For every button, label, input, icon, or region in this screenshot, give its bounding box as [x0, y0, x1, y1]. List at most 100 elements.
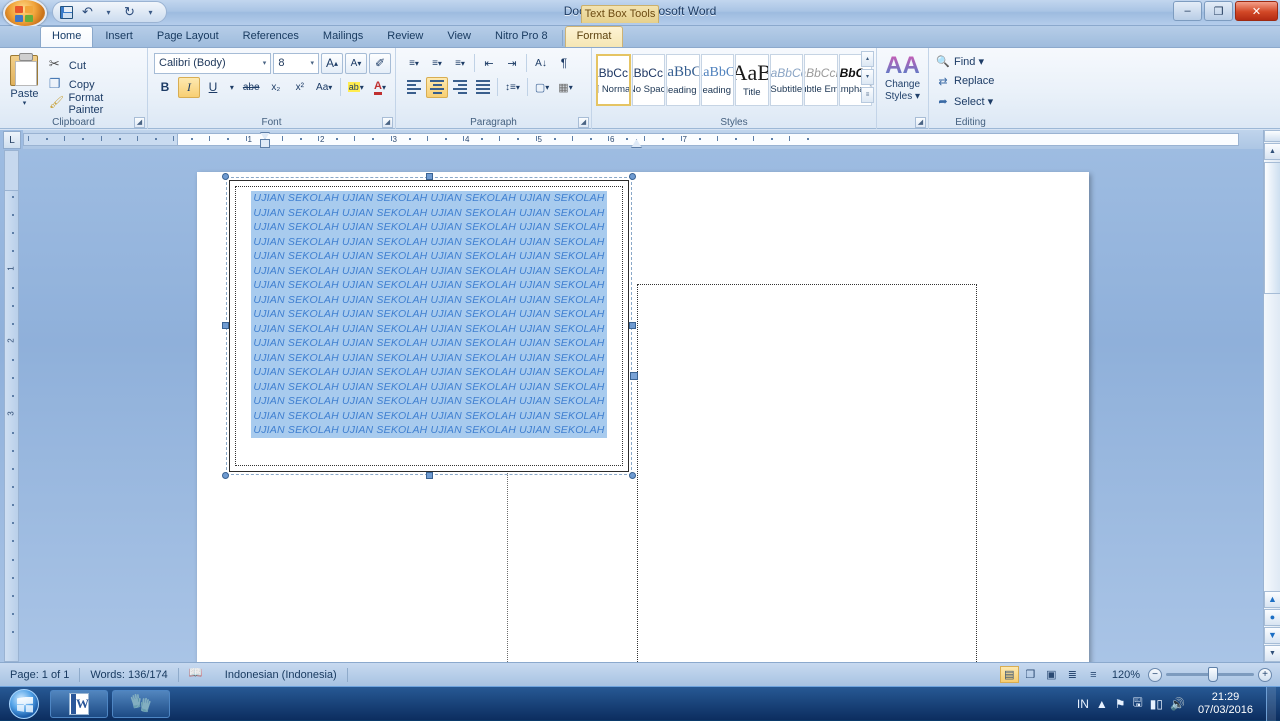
outline-view-button[interactable]: ≣ — [1063, 666, 1082, 683]
taskbar-button-word[interactable] — [50, 690, 108, 718]
zoom-slider[interactable]: − + — [1148, 668, 1280, 682]
draft-view-button[interactable]: ≡ — [1084, 666, 1103, 683]
decrease-indent-button[interactable]: ⇤ — [478, 53, 500, 74]
styles-dialog-launcher[interactable]: ◢ — [915, 117, 926, 128]
paragraph-dialog-launcher[interactable]: ◢ — [578, 117, 589, 128]
tab-stop-selector[interactable]: L — [3, 131, 21, 149]
zoom-out-button[interactable]: − — [1148, 668, 1162, 682]
borders-button[interactable]: ▦▾ — [554, 77, 576, 98]
font-name-combo[interactable]: Calibri (Body) ▾ — [154, 53, 271, 74]
tab-references[interactable]: References — [231, 26, 311, 47]
superscript-button[interactable]: x² — [289, 77, 311, 98]
grow-font-button[interactable]: A▴ — [321, 53, 343, 74]
tab-insert[interactable]: Insert — [93, 26, 145, 47]
subscript-button[interactable]: x₂ — [265, 77, 287, 98]
page-count[interactable]: Page: 1 of 1 — [0, 663, 79, 687]
change-styles-button[interactable]: AA Change Styles ▾ ◢ — [876, 48, 928, 129]
taskbar-clock[interactable]: 21:29 07/03/2016 — [1192, 691, 1259, 717]
font-color-button[interactable]: A▾ — [369, 77, 391, 98]
style-normal[interactable]: AaBbCcDc ¶ Normal — [596, 54, 631, 106]
select-button[interactable]: ➦ Select ▾ — [933, 91, 1008, 111]
volume-icon[interactable]: 🔊 — [1170, 697, 1185, 711]
align-left-button[interactable] — [403, 77, 425, 98]
language-indicator-tray[interactable]: IN — [1077, 697, 1089, 711]
font-size-combo[interactable]: 8 ▾ — [273, 53, 319, 74]
shrink-font-button[interactable]: A▾ — [345, 53, 367, 74]
style-title[interactable]: AaB Title — [735, 54, 769, 106]
tab-review[interactable]: Review — [375, 26, 435, 47]
print-layout-view-button[interactable]: ▤ — [1000, 666, 1019, 683]
change-case-button[interactable]: Aa▾ — [313, 77, 336, 98]
resize-handle-middle-left[interactable] — [222, 322, 229, 329]
increase-indent-button[interactable]: ⇥ — [501, 53, 523, 74]
scrollbar-thumb[interactable] — [1264, 162, 1280, 294]
italic-button[interactable]: I — [178, 77, 200, 98]
taskbar-button-app[interactable]: 🧤 — [112, 690, 170, 718]
proofing-errors-icon[interactable] — [179, 663, 215, 687]
horizontal-ruler[interactable]: 1234567 — [23, 130, 1263, 149]
format-painter-button[interactable]: Format Painter — [45, 94, 143, 113]
show-desktop-button[interactable] — [1266, 687, 1276, 721]
zoom-level[interactable]: 120% — [1104, 669, 1148, 681]
cut-button[interactable]: Cut — [45, 56, 143, 75]
font-dialog-launcher[interactable]: ◢ — [382, 117, 393, 128]
resize-handle-top-center[interactable] — [426, 173, 433, 180]
action-center-flag-icon[interactable]: ⚑ — [1115, 697, 1126, 711]
show-hidden-icons-icon[interactable]: ▲ — [1096, 697, 1108, 711]
word-count[interactable]: Words: 136/174 — [80, 663, 177, 687]
tab-page-layout[interactable]: Page Layout — [145, 26, 231, 47]
vertical-scrollbar[interactable]: ▲ ▲ ● ▼ ▼ — [1263, 130, 1280, 662]
numbering-button[interactable]: ≡▾ — [426, 53, 448, 74]
align-center-button[interactable] — [426, 77, 448, 98]
previous-page-button[interactable]: ▲ — [1264, 591, 1280, 608]
resize-handle-bottom-left[interactable] — [222, 472, 229, 479]
selected-text-box[interactable]: UJIAN SEKOLAH UJIAN SEKOLAH UJIAN SEKOLA… — [229, 180, 629, 472]
style-subtitle[interactable]: AaBbCc. Subtitle — [770, 54, 804, 106]
document-page[interactable]: UJIAN SEKOLAH UJIAN SEKOLAH UJIAN SEKOLA… — [197, 172, 1089, 662]
replace-button[interactable]: ⇄ Replace — [933, 71, 1008, 91]
styles-more-icon[interactable]: ≡ — [861, 87, 874, 103]
resize-handle-top-right[interactable] — [629, 173, 636, 180]
text-box-content[interactable]: UJIAN SEKOLAH UJIAN SEKOLAH UJIAN SEKOLA… — [241, 191, 617, 438]
underline-button[interactable]: U — [202, 77, 224, 98]
network-icon[interactable]: ▮▯ — [1150, 697, 1163, 711]
minimize-button[interactable]: – — [1173, 1, 1202, 21]
styles-scroll-down-icon[interactable]: ▾ — [861, 69, 874, 85]
resize-handle-top-left[interactable] — [222, 173, 229, 180]
paste-dropdown-icon[interactable]: ▾ — [23, 100, 27, 108]
shading-button[interactable]: ▢▾ — [531, 77, 553, 98]
resize-handle-bottom-center[interactable] — [426, 472, 433, 479]
style-subtle-emphasis[interactable]: AaBbCcDc Subtle Em... — [804, 54, 838, 106]
web-layout-view-button[interactable]: ▣ — [1042, 666, 1061, 683]
clipboard-dialog-launcher[interactable]: ◢ — [134, 117, 145, 128]
full-screen-reading-view-button[interactable]: ❐ — [1021, 666, 1040, 683]
language-indicator[interactable]: Indonesian (Indonesia) — [215, 663, 347, 687]
secondary-box-handle[interactable] — [630, 372, 638, 380]
line-spacing-button[interactable]: ↕≡▾ — [501, 77, 524, 98]
show-formatting-marks-button[interactable]: ¶ — [553, 53, 575, 74]
multilevel-list-button[interactable]: ≡▾ — [449, 53, 471, 74]
underline-dropdown-icon[interactable]: ▾ — [226, 77, 238, 98]
resize-handle-bottom-right[interactable] — [629, 472, 636, 479]
tab-home[interactable]: Home — [40, 26, 93, 47]
scroll-up-button[interactable]: ▲ — [1264, 143, 1280, 160]
maximize-button[interactable]: ❐ — [1204, 1, 1233, 21]
removable-media-icon[interactable]: 🖫 — [1133, 693, 1143, 714]
strikethrough-button[interactable]: abe — [240, 77, 263, 98]
style-heading-2[interactable]: AaBbCc Heading 2 — [701, 54, 735, 106]
scroll-down-button[interactable]: ▼ — [1264, 645, 1280, 662]
justify-button[interactable] — [472, 77, 494, 98]
zoom-in-button[interactable]: + — [1258, 668, 1272, 682]
next-page-button[interactable]: ▼ — [1264, 627, 1280, 644]
close-button[interactable]: ✕ — [1235, 1, 1278, 21]
hanging-indent-marker[interactable] — [260, 139, 270, 148]
vertical-ruler[interactable]: 123 — [4, 150, 19, 662]
tab-format[interactable]: Format — [565, 26, 624, 47]
style-no-spacing[interactable]: AaBbCcDc ¶ No Spaci... — [632, 54, 666, 106]
clear-formatting-button[interactable]: ✐ — [369, 53, 391, 74]
tab-nitro-pro-8[interactable]: Nitro Pro 8 — [483, 26, 560, 47]
select-browse-object-button[interactable]: ● — [1264, 609, 1280, 626]
bold-button[interactable]: B — [154, 77, 176, 98]
style-heading-1[interactable]: AaBbC« Heading 1 — [666, 54, 700, 106]
styles-scroll-up-icon[interactable]: ▴ — [861, 51, 874, 67]
